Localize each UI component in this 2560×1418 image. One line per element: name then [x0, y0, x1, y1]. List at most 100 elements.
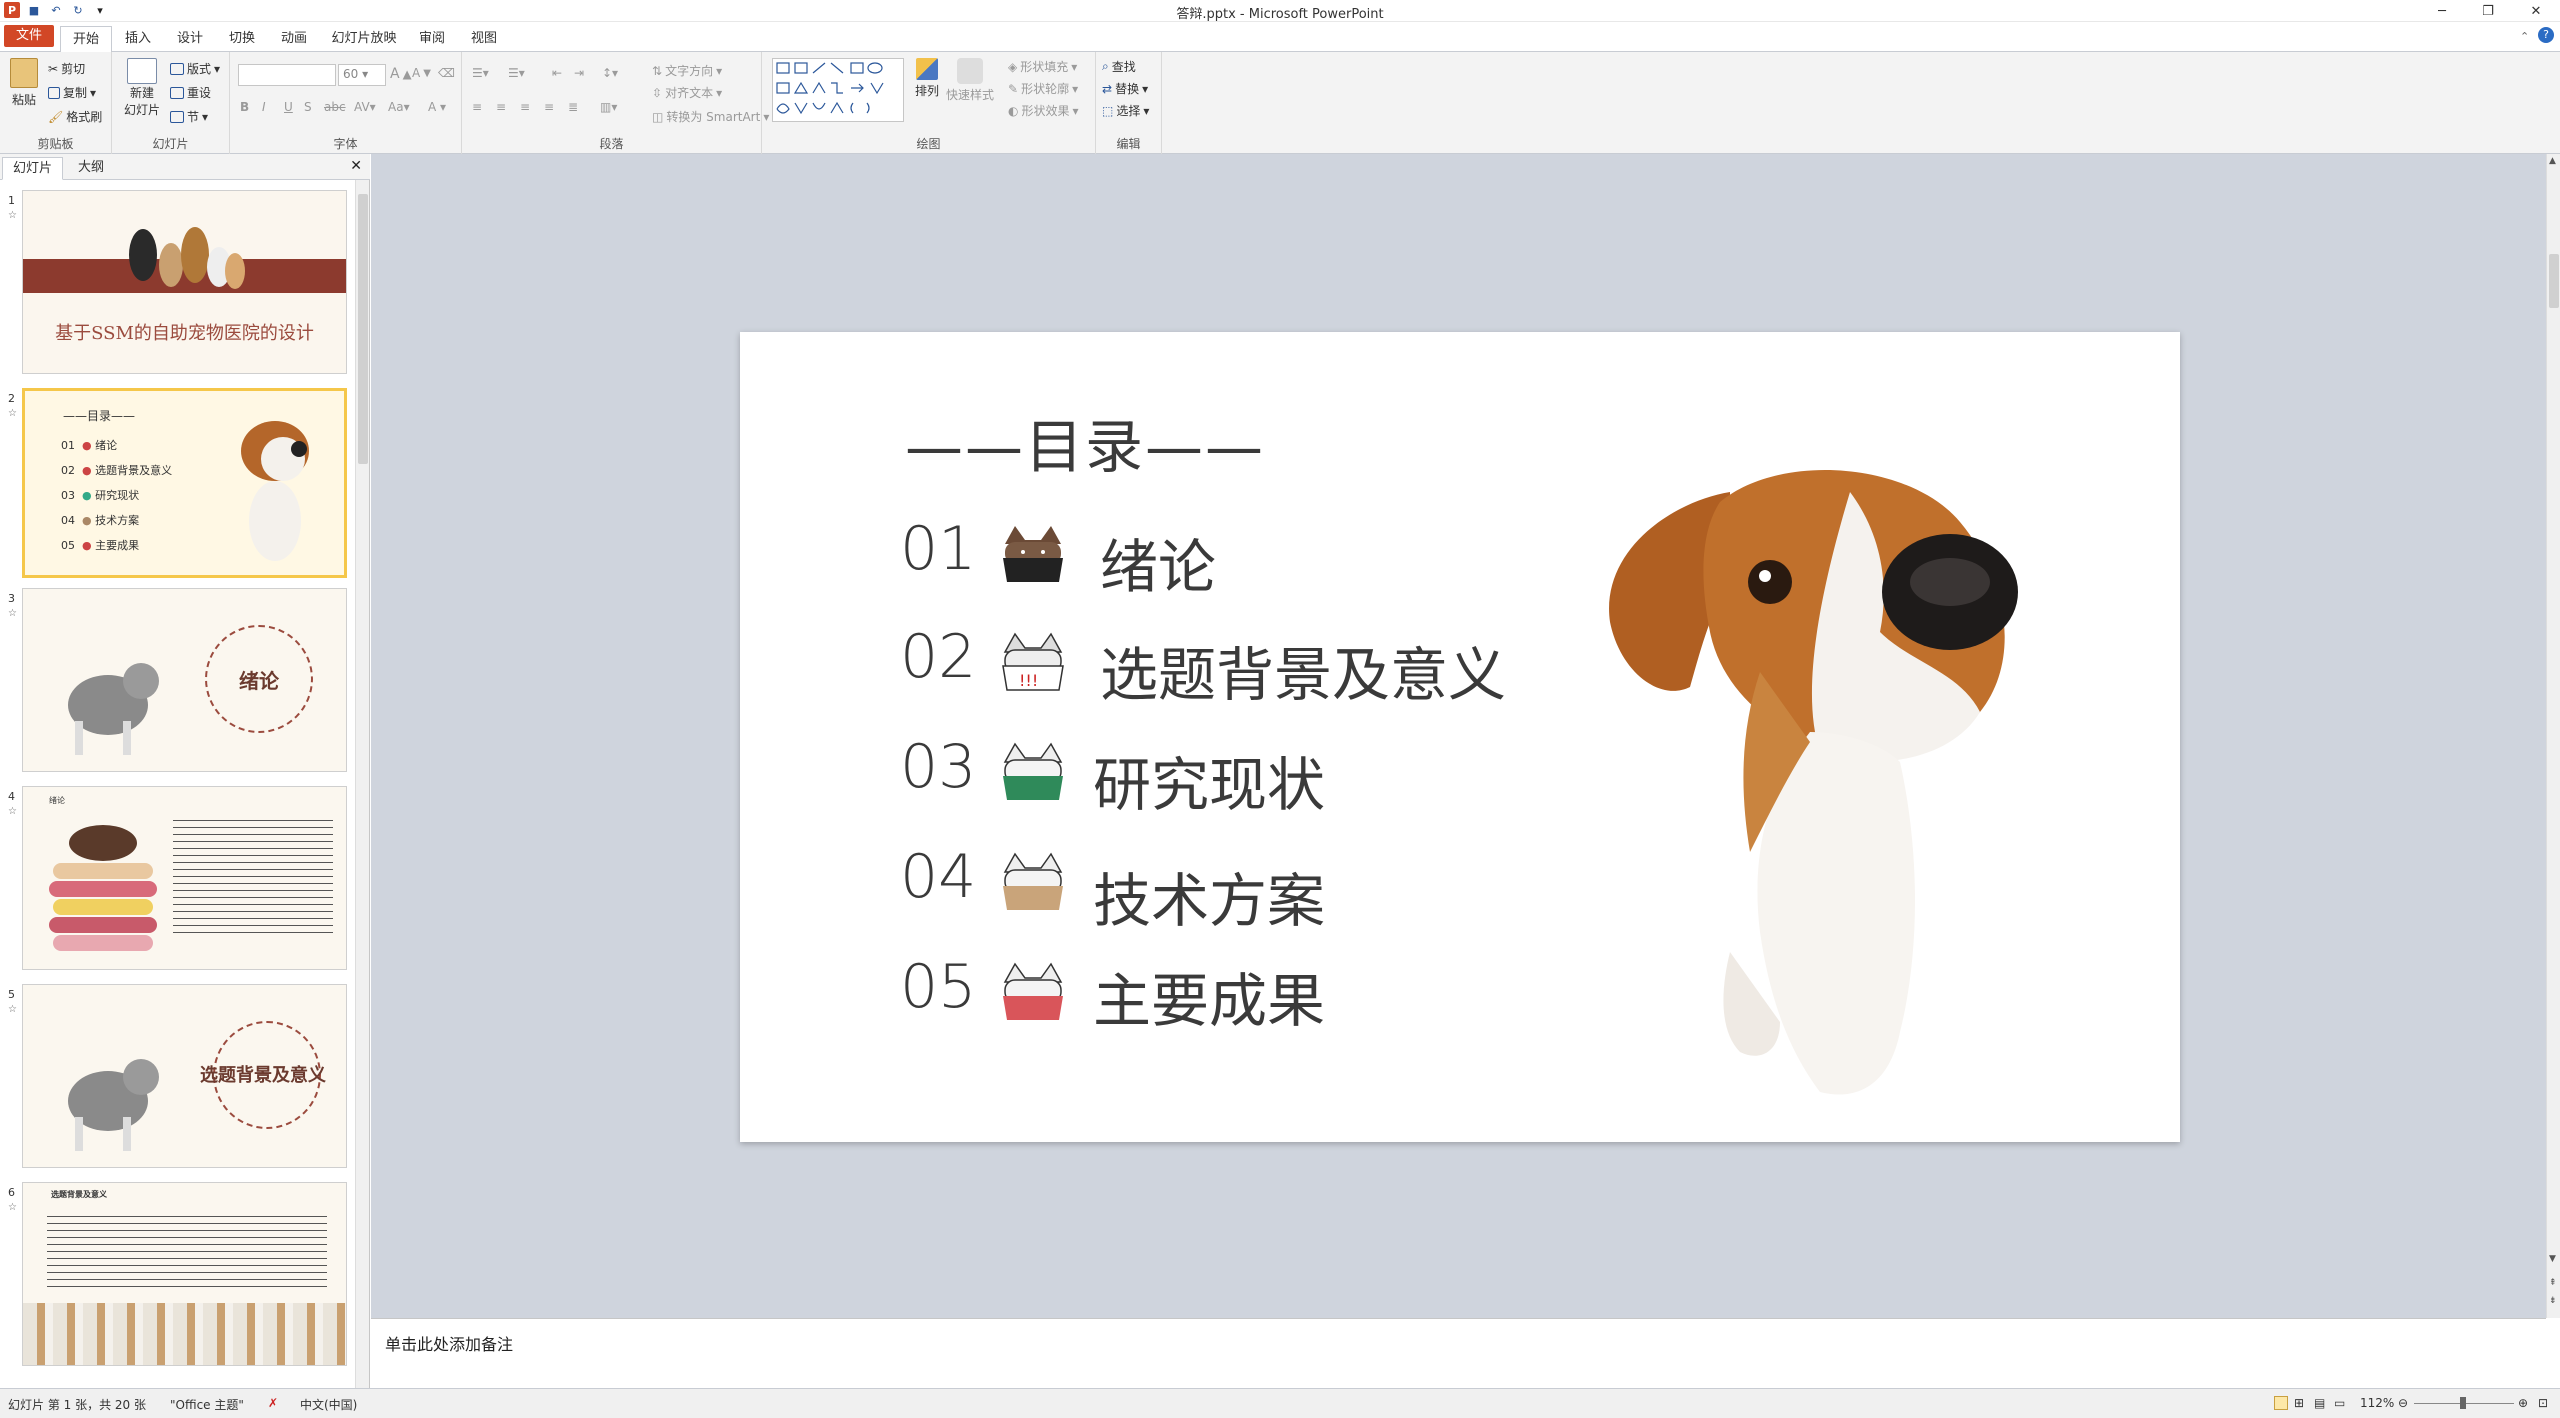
reading-view-icon[interactable]: ▤ — [2314, 1396, 2325, 1410]
grow-font-button[interactable]: A ▲ — [390, 66, 412, 82]
numbering-button[interactable]: ☰▾ — [508, 66, 525, 80]
tab-animations[interactable]: 动画 — [272, 26, 316, 52]
reset-button[interactable]: 重设 — [170, 84, 211, 101]
slide-scrollbar[interactable]: ▲ ▼ ⇞ ⇟ — [2546, 154, 2560, 1318]
shapes-gallery[interactable] — [772, 58, 904, 122]
tab-design[interactable]: 设计 — [168, 26, 212, 52]
thumbnail-scrollbar[interactable] — [355, 180, 369, 1388]
fit-to-window-icon[interactable]: ⊡ — [2538, 1396, 2548, 1410]
thumbnail-number: 6 — [8, 1186, 15, 1199]
columns-button[interactable]: ▥▾ — [600, 100, 617, 114]
smartart-button[interactable]: ◫ 转换为 SmartArt ▾ — [652, 108, 769, 125]
align-center-button[interactable]: ≡ — [496, 100, 506, 114]
char-spacing-button[interactable]: AV▾ — [354, 100, 376, 114]
minimize-ribbon-icon[interactable]: ⌃ — [2520, 30, 2529, 43]
zoom-slider-thumb[interactable] — [2460, 1397, 2466, 1409]
justify-button[interactable]: ≡ — [544, 100, 554, 114]
indent-decrease-button[interactable]: ⇤ — [552, 66, 562, 80]
bold-button[interactable]: B — [240, 100, 249, 114]
slide-title[interactable]: ——目录—— — [905, 400, 1265, 484]
thumbnail-number: 5 — [8, 988, 15, 1001]
slide-scroll-thumb[interactable] — [2549, 254, 2559, 308]
font-size-box[interactable]: 60 ▾ — [338, 64, 386, 86]
shape-outline-button[interactable]: ✎ 形状轮廓 ▾ — [1008, 80, 1078, 97]
theme-name[interactable]: "Office 主题" — [170, 1396, 244, 1413]
previous-slide-icon[interactable]: ⇞ — [2549, 1278, 2557, 1288]
notes-pane[interactable]: 单击此处添加备注 — [371, 1318, 2546, 1388]
quick-styles-button[interactable]: 快速样式 — [946, 58, 994, 103]
layout-button[interactable]: 版式 ▾ — [170, 60, 220, 77]
paragraph-text-lines — [173, 817, 333, 937]
thumbnail-frame: ——目录—— 01 ● 绪论 02 ● 选题背景及意义 03 ● 研究现状 04… — [22, 388, 347, 578]
close-pane-icon[interactable]: ✕ — [350, 158, 362, 174]
italic-button[interactable]: I — [262, 100, 266, 114]
shape-effects-button[interactable]: ◐ 形状效果 ▾ — [1008, 102, 1079, 119]
restore-button[interactable]: ❐ — [2466, 0, 2510, 22]
next-slide-icon[interactable]: ⇟ — [2549, 1296, 2557, 1306]
shadow-button[interactable]: S — [304, 100, 312, 114]
thumbnail-number: 2 — [8, 392, 15, 405]
section-button[interactable]: 节 ▾ — [170, 108, 208, 125]
copy-button[interactable]: 复制 ▾ — [48, 84, 96, 101]
zoom-out-icon[interactable]: ⊖ — [2398, 1396, 2408, 1410]
paste-button[interactable]: 粘贴 — [6, 58, 42, 108]
tab-home[interactable]: 开始 — [60, 26, 112, 53]
notes-placeholder[interactable]: 单击此处添加备注 — [385, 1335, 513, 1354]
slides-group-label: 幻灯片 — [152, 137, 189, 151]
normal-view-icon[interactable] — [2274, 1396, 2288, 1410]
bullets-button[interactable]: ☰▾ — [472, 66, 489, 80]
slide-sorter-icon[interactable]: ⊞ — [2294, 1396, 2304, 1410]
cat-cup-icon: !!! — [1002, 632, 1064, 691]
tab-insert[interactable]: 插入 — [116, 26, 160, 52]
thumbnail-frame: 绪论 — [22, 786, 347, 970]
current-slide[interactable]: ——目录—— 01 绪论 02 !!! 选题背景及意义 03 研究现状 04 技… — [740, 332, 2180, 1142]
close-button[interactable]: ✕ — [2512, 0, 2560, 22]
shape-fill-button[interactable]: ◈ 形状填充 ▾ — [1008, 58, 1077, 75]
tab-review[interactable]: 审阅 — [410, 26, 454, 52]
format-painter-button[interactable]: 🖌 格式刷 — [48, 108, 102, 125]
arrange-button[interactable]: 排列 — [912, 58, 942, 99]
help-icon[interactable]: ? — [2538, 27, 2554, 43]
new-slide-button[interactable]: 新建 幻灯片 — [118, 58, 166, 118]
paste-icon — [10, 58, 38, 88]
reset-icon — [170, 86, 184, 99]
shrink-font-button[interactable]: A ▼ — [412, 66, 431, 80]
thumbnail-frame: 选题背景及意义 — [22, 984, 347, 1168]
thumbnail-scroll-thumb[interactable] — [358, 194, 368, 464]
text-direction-button[interactable]: ⇅ 文字方向 ▾ — [652, 62, 722, 79]
clear-format-icon[interactable]: ⌫ — [438, 66, 455, 80]
tab-slides-pane[interactable]: 幻灯片 — [2, 157, 64, 180]
tab-outline-pane[interactable]: 大纲 — [68, 157, 114, 180]
zoom-level[interactable]: 112% — [2360, 1396, 2394, 1410]
thumbnail-title: 基于SSM的自助宠物医院的设计 — [55, 323, 314, 344]
toc-number: 05 — [900, 952, 977, 1022]
scroll-down-icon[interactable]: ▼ — [2549, 1254, 2556, 1264]
cut-button[interactable]: ✂ 剪切 — [48, 60, 85, 77]
align-right-button[interactable]: ≡ — [520, 100, 530, 114]
select-button[interactable]: ⬚ 选择 ▾ — [1102, 102, 1149, 119]
kitten-image — [68, 1059, 159, 1151]
minimize-button[interactable]: ─ — [2420, 0, 2464, 22]
spellcheck-icon[interactable]: ✗ — [268, 1396, 278, 1410]
tab-file[interactable]: 文件 — [4, 25, 54, 47]
tab-slideshow[interactable]: 幻灯片放映 — [326, 26, 402, 52]
dog-image[interactable] — [1580, 432, 2060, 1112]
align-left-button[interactable]: ≡ — [472, 100, 482, 114]
font-name-box[interactable] — [238, 64, 336, 86]
line-spacing-button[interactable]: ↕▾ — [602, 66, 618, 80]
tab-transitions[interactable]: 切换 — [220, 26, 264, 52]
slideshow-icon[interactable]: ▭ — [2334, 1396, 2345, 1410]
replace-button[interactable]: ⇄ 替换 ▾ — [1102, 80, 1148, 97]
strikethrough-button[interactable]: abc — [324, 100, 346, 114]
tab-view[interactable]: 视图 — [462, 26, 506, 52]
indent-increase-button[interactable]: ⇥ — [574, 66, 584, 80]
find-button[interactable]: ⌕ 查找 — [1102, 58, 1136, 75]
underline-button[interactable]: U — [284, 100, 293, 114]
scroll-up-icon[interactable]: ▲ — [2549, 156, 2556, 166]
distributed-button[interactable]: ≣ — [568, 100, 578, 114]
language-indicator[interactable]: 中文(中国) — [300, 1396, 357, 1413]
zoom-in-icon[interactable]: ⊕ — [2518, 1396, 2528, 1410]
change-case-button[interactable]: Aa▾ — [388, 100, 410, 114]
align-text-button[interactable]: ⇳ 对齐文本 ▾ — [652, 84, 722, 101]
font-color-button[interactable]: A ▾ — [428, 100, 446, 114]
